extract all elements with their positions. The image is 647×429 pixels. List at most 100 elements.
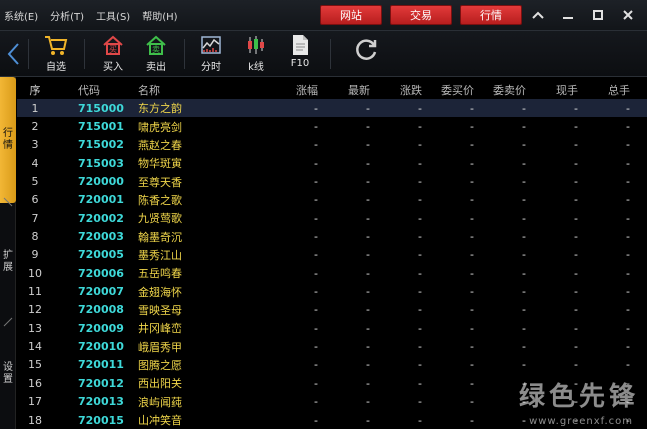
watchlist-label: 自选 <box>46 62 66 73</box>
tab-extensions[interactable]: 扩 展 <box>0 227 16 297</box>
table-row[interactable]: 12 720008 雪映圣母 - - - - - - - <box>17 301 647 319</box>
website-button[interactable]: 网站 <box>320 5 382 25</box>
row-last: - <box>366 321 370 335</box>
trade-button[interactable]: 交易 <box>390 5 452 25</box>
table-row[interactable]: 1 715000 东方之韵 - - - - - - - <box>17 99 647 118</box>
row-name: 西出阳关 <box>138 377 182 391</box>
refresh-button[interactable] <box>346 37 386 77</box>
row-volume: - <box>574 321 578 335</box>
row-code: 720015 <box>78 413 124 427</box>
col-volume[interactable]: 现手 <box>526 82 578 98</box>
row-volume: - <box>574 156 578 170</box>
table-row[interactable]: 11 720007 金翅海怀 - - - - - - - <box>17 282 647 300</box>
row-seq: 18 <box>28 413 42 427</box>
close-button[interactable] <box>613 4 643 26</box>
row-change-pct: - <box>314 101 318 115</box>
row-total: - <box>626 285 630 299</box>
row-seq: 14 <box>28 340 42 354</box>
row-code: 720002 <box>78 211 124 225</box>
buy-tool[interactable]: 买 买入 <box>93 34 133 74</box>
col-code[interactable]: 代码 <box>53 82 136 98</box>
row-volume: - <box>574 175 578 189</box>
timeshare-tool[interactable]: 分时 <box>191 34 231 74</box>
table-row[interactable]: 6 720001 陈香之歌 - - - - - - - <box>17 191 647 209</box>
row-name: 翰墨奇沉 <box>138 230 182 244</box>
row-code: 720011 <box>78 358 124 372</box>
f10-tool[interactable]: F10 <box>280 34 320 74</box>
row-code: 715003 <box>78 156 124 170</box>
row-total: - <box>626 120 630 134</box>
table-row[interactable]: 8 720003 翰墨奇沉 - - - - - - - <box>17 227 647 245</box>
row-bid: - <box>470 175 474 189</box>
col-last[interactable]: 最新 <box>318 82 370 98</box>
tab-settings[interactable]: 设 置 <box>0 339 16 409</box>
row-last: - <box>366 413 370 427</box>
row-change: - <box>418 285 422 299</box>
row-code: 720013 <box>78 395 124 409</box>
table-header: 序 代码 名称 涨幅 最新 涨跌 委买价 委卖价 现手 总手 <box>17 81 647 99</box>
row-change: - <box>418 211 422 225</box>
row-ask: - <box>522 266 526 280</box>
table-row[interactable]: 13 720009 井冈峰峦 - - - - - - - <box>17 319 647 337</box>
row-total: - <box>626 175 630 189</box>
table-row[interactable]: 4 715003 物华斑寅 - - - - - - - <box>17 154 647 172</box>
col-name[interactable]: 名称 <box>136 82 266 98</box>
row-volume: - <box>574 230 578 244</box>
col-ask[interactable]: 委卖价 <box>474 82 526 98</box>
col-total[interactable]: 总手 <box>578 82 630 98</box>
row-code: 720006 <box>78 266 124 280</box>
kline-tool[interactable]: k线 <box>236 34 276 74</box>
row-ask: - <box>522 156 526 170</box>
row-name: 雪映圣母 <box>138 303 182 317</box>
back-button[interactable] <box>6 42 20 70</box>
row-seq: 6 <box>31 193 39 207</box>
row-name: 物华斑寅 <box>138 157 182 171</box>
menu-system[interactable]: 系统(E) <box>4 8 38 23</box>
row-code: 720009 <box>78 321 124 335</box>
col-change-pct[interactable]: 涨幅 <box>266 82 318 98</box>
maximize-button[interactable] <box>583 4 613 26</box>
row-change: - <box>418 120 422 134</box>
row-code: 715001 <box>78 120 124 134</box>
row-change: - <box>418 376 422 390</box>
sell-tool[interactable]: 卖 卖出 <box>136 34 176 74</box>
menu-analysis[interactable]: 分析(T) <box>50 8 84 23</box>
row-name: 井冈峰峦 <box>138 322 182 336</box>
row-last: - <box>366 211 370 225</box>
col-change[interactable]: 涨跌 <box>370 82 422 98</box>
row-ask: - <box>522 413 526 427</box>
row-name: 峨眉秀甲 <box>138 340 182 354</box>
row-bid: - <box>470 193 474 207</box>
row-change-pct: - <box>314 211 318 225</box>
menu-help[interactable]: 帮助(H) <box>142 8 177 23</box>
col-seq[interactable]: 序 <box>17 82 53 98</box>
table-row[interactable]: 7 720002 九贤莺歌 - - - - - - - <box>17 209 647 227</box>
minimize-button[interactable] <box>553 4 583 26</box>
row-change-pct: - <box>314 120 318 134</box>
quotes-button[interactable]: 行情 <box>460 5 522 25</box>
tab-quotes[interactable]: 行 情 <box>0 77 16 203</box>
row-last: - <box>366 120 370 134</box>
row-change: - <box>418 193 422 207</box>
row-volume: - <box>574 101 578 115</box>
row-bid: - <box>470 413 474 427</box>
row-change: - <box>418 340 422 354</box>
table-row[interactable]: 2 715001 啸虎亮剑 - - - - - - - <box>17 117 647 135</box>
row-change-pct: - <box>314 376 318 390</box>
table-row[interactable]: 5 720000 至尊天香 - - - - - - - <box>17 172 647 190</box>
row-change-pct: - <box>314 321 318 335</box>
menu-tools[interactable]: 工具(S) <box>96 8 130 23</box>
table-row[interactable]: 15 720011 图腾之愿 - - - - - - - <box>17 356 647 374</box>
col-bid[interactable]: 委买价 <box>422 82 474 98</box>
row-name: 东方之韵 <box>138 102 182 116</box>
table-row[interactable]: 3 715002 燕赵之春 - - - - - - - <box>17 136 647 154</box>
row-seq: 7 <box>31 211 39 225</box>
table-row[interactable]: 10 720006 五岳鸣春 - - - - - - - <box>17 264 647 282</box>
row-ask: - <box>522 175 526 189</box>
row-total: - <box>626 303 630 317</box>
table-row[interactable]: 9 720005 墨秀江山 - - - - - - - <box>17 246 647 264</box>
close-icon <box>623 10 633 20</box>
table-row[interactable]: 14 720010 峨眉秀甲 - - - - - - - <box>17 337 647 355</box>
watchlist-tool[interactable]: 自选 <box>36 34 76 74</box>
collapse-button[interactable] <box>523 4 553 26</box>
